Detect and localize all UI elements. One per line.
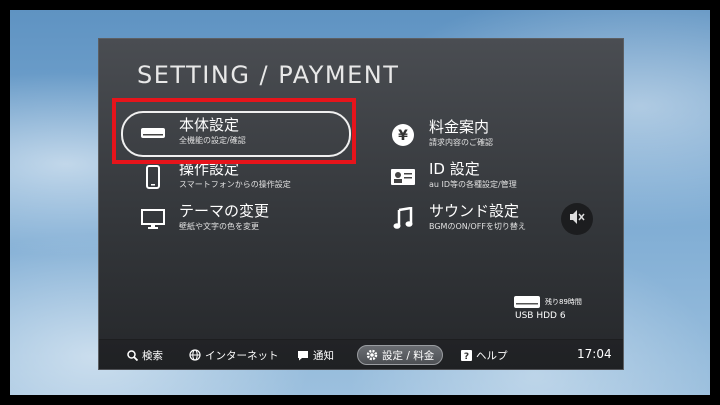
page-title: SETTING / PAYMENT (137, 61, 400, 89)
menu-subtitle: 壁紙や文字の色を変更 (179, 222, 259, 231)
nav-search-button[interactable]: 検索 (127, 347, 163, 363)
search-icon (127, 349, 138, 361)
clock: 17:04 (577, 347, 612, 361)
menu-item-theme[interactable]: テーマの変更 壁紙や文字の色を変更 (137, 199, 347, 239)
nav-label: インターネット (205, 349, 279, 362)
storage-info: 残り89時間 USB HDD 6 (513, 293, 603, 325)
menu-subtitle: スマートフォンからの操作設定 (179, 180, 291, 189)
menu-item-sound-settings[interactable]: サウンド設定 BGMのON/OFFを切り替え (387, 199, 557, 239)
nav-notifications-button[interactable]: 通知 (297, 347, 334, 363)
gear-icon (366, 349, 378, 361)
menu-subtitle: BGMのON/OFFを切り替え (429, 222, 526, 231)
storage-label: USB HDD 6 (515, 311, 566, 321)
help-icon: ? (461, 349, 472, 361)
globe-icon (189, 349, 201, 361)
smartphone-icon (137, 161, 169, 193)
svg-text:?: ? (464, 352, 469, 361)
settings-panel: SETTING / PAYMENT 本体設定 全機能の設定/確認 操作設定 スマ… (98, 38, 624, 370)
nav-label: ヘルプ (476, 349, 508, 362)
nav-label: 通知 (313, 349, 334, 362)
chat-icon (297, 350, 309, 361)
menu-item-billing[interactable]: ¥ 料金案内 請求内容のご確認 (387, 115, 587, 155)
nav-settings-button[interactable]: 設定 / 料金 (357, 345, 444, 365)
menu-title: テーマの変更 (179, 202, 270, 220)
svg-text:¥: ¥ (398, 128, 408, 144)
monitor-icon (137, 203, 169, 235)
yen-icon: ¥ (387, 119, 419, 151)
menu-title: ID 設定 (429, 160, 480, 178)
menu-subtitle: 請求内容のご確認 (429, 138, 493, 147)
mute-icon (568, 209, 586, 229)
menu-title: サウンド設定 (429, 202, 520, 220)
bottom-nav-bar: 検索 インターネット 通知 設定 / 料金 ? ヘルプ 17:04 (99, 339, 623, 370)
nav-label: 検索 (142, 349, 163, 362)
highlight-annotation-box (112, 98, 356, 164)
menu-title: 料金案内 (429, 118, 490, 136)
nav-internet-button[interactable]: インターネット (189, 347, 279, 363)
storage-remaining: 残り89時間 (545, 298, 582, 306)
menu-item-id-settings[interactable]: ID 設定 au ID等の各種設定/管理 (387, 157, 587, 197)
nav-help-button[interactable]: ? ヘルプ (461, 347, 508, 363)
music-note-icon (387, 203, 419, 235)
id-card-icon (387, 161, 419, 193)
menu-subtitle: au ID等の各種設定/管理 (429, 180, 517, 189)
mute-toggle-button[interactable] (561, 203, 593, 235)
nav-label: 設定 / 料金 (382, 349, 435, 362)
